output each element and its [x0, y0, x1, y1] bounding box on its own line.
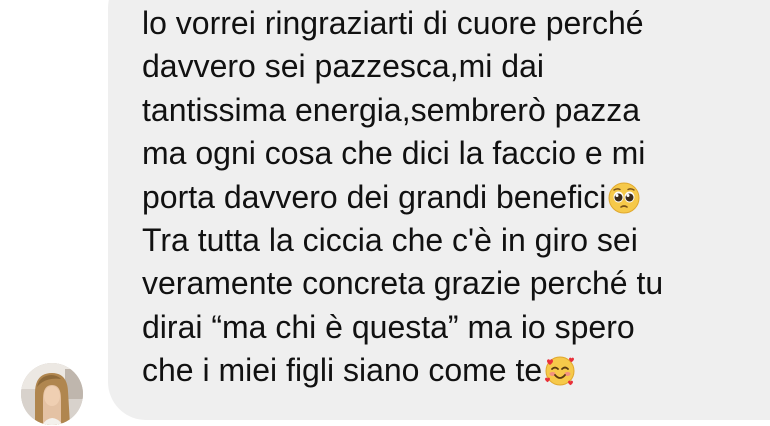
message-line-5-wrap: porta davvero dei grandi benefici	[142, 176, 762, 219]
smiling-face-with-hearts-icon	[545, 356, 575, 386]
message-line-4: ma ogni cosa che dici la faccio e mi	[142, 135, 646, 172]
message-line-9: che i miei figli siano come te	[142, 352, 543, 389]
message-line-9-wrap: che i miei figli siano come te	[142, 349, 762, 392]
message-line-3: tantissima energia,sembrerò pazza	[142, 91, 641, 128]
chat-screen: lo vorrei ringraziarti di cuore perché d…	[0, 0, 770, 426]
profile-photo-icon	[21, 363, 83, 425]
message-line-7: veramente concreta grazie perché tu	[142, 265, 664, 302]
message-line-8: dirai “ma chi è questa” ma io spero	[142, 308, 635, 345]
message-line-6: Tra tutta la ciccia che c'è in giro sei	[142, 222, 638, 259]
message-text: lo vorrei ringraziarti di cuore perché d…	[142, 2, 762, 393]
message-line-5: porta davvero dei grandi benefici	[142, 178, 607, 215]
avatar[interactable]	[21, 363, 83, 425]
pleading-face-icon	[608, 182, 640, 214]
message-line-2: davvero sei pazzesca,mi dai	[142, 48, 544, 85]
message-line-1: lo vorrei ringraziarti di cuore perché	[142, 5, 644, 41]
